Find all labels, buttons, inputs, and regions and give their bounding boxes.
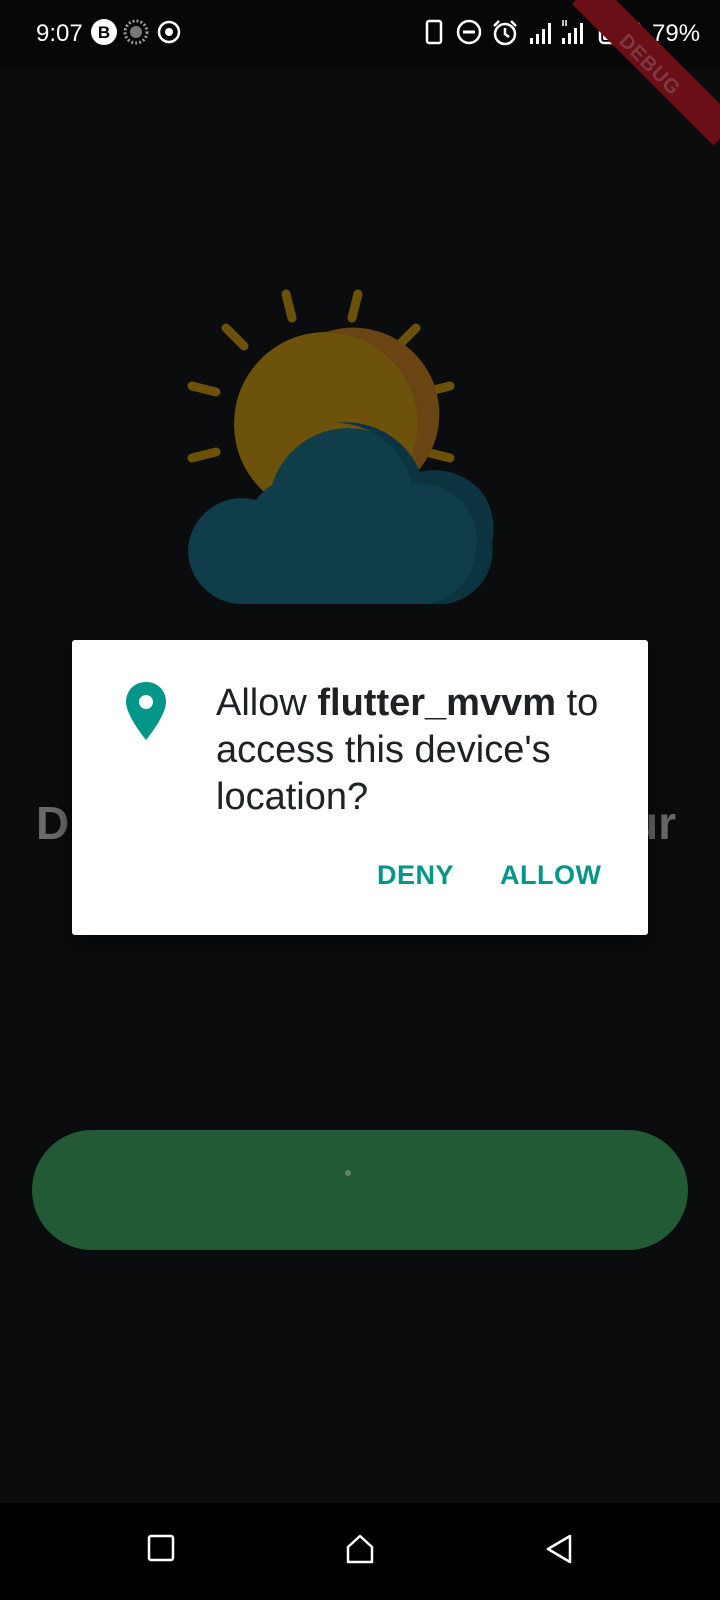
location-permission-dialog: Allow flutter_mvvm to access this device… bbox=[72, 640, 648, 935]
navigation-bar bbox=[0, 1503, 720, 1600]
sun-cloud-weather-icon bbox=[187, 289, 494, 604]
signal-4g-icon bbox=[562, 20, 583, 44]
alarm-icon bbox=[493, 20, 517, 46]
phone-icon bbox=[425, 19, 443, 45]
loading-dots-icon bbox=[123, 19, 149, 45]
location-pin-icon bbox=[126, 682, 166, 740]
recents-square-icon[interactable] bbox=[146, 1533, 176, 1563]
allow-button[interactable]: ALLOW bbox=[500, 860, 601, 891]
dialog-message-prefix: Allow bbox=[216, 682, 318, 724]
dnd-icon bbox=[456, 19, 482, 45]
deny-button[interactable]: DENY bbox=[377, 860, 454, 891]
svg-text:B: B bbox=[98, 23, 110, 42]
primary-action-button bbox=[32, 1130, 688, 1250]
app-screen: 9:07 B 79% DEBUG D ur Allow flutter_mvvm… bbox=[0, 0, 720, 1600]
b-app-icon: B bbox=[91, 19, 117, 45]
dialog-app-name: flutter_mvvm bbox=[317, 682, 557, 724]
target-icon bbox=[157, 20, 181, 44]
background-title-fragment-left: D bbox=[36, 797, 70, 849]
status-time: 9:07 bbox=[36, 20, 83, 47]
dialog-message: Allow flutter_mvvm to access this device… bbox=[216, 680, 626, 821]
home-icon[interactable] bbox=[344, 1533, 376, 1565]
status-bar: 9:07 B 79% DEBUG bbox=[0, 0, 720, 146]
back-triangle-icon[interactable] bbox=[544, 1533, 574, 1565]
loading-spinner-icon bbox=[345, 1170, 351, 1176]
signal-icon bbox=[530, 23, 551, 44]
